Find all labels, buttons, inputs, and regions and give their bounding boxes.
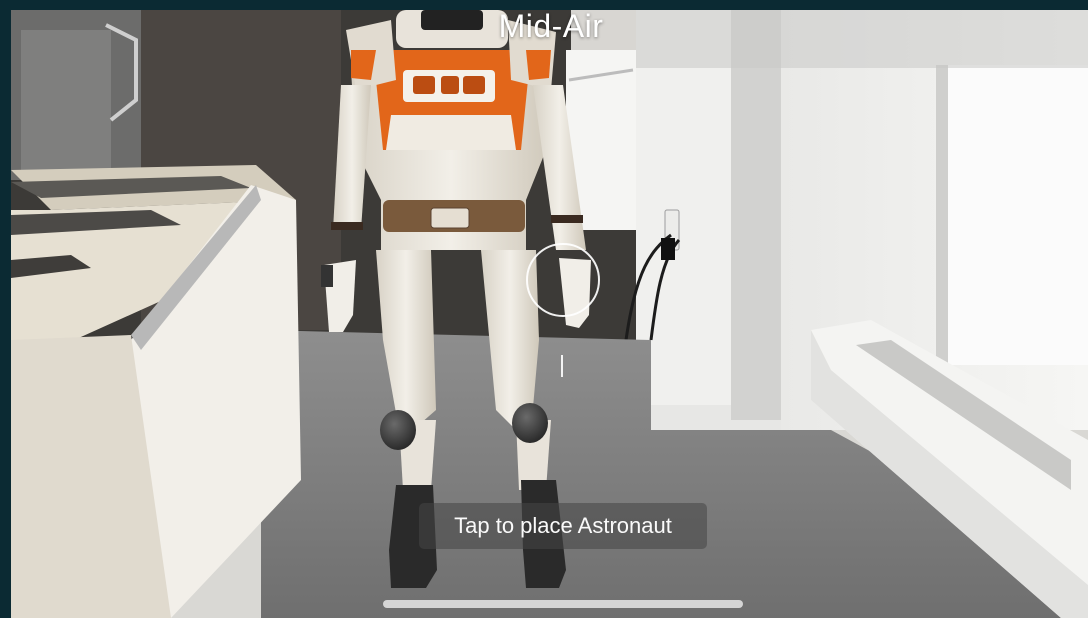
- app-frame: Mid-Air Tap to place Astronaut: [0, 0, 1088, 618]
- top-backdrop-band: [0, 0, 1088, 10]
- mode-title: Mid-Air: [498, 10, 604, 44]
- reticle-anchor-line: [561, 355, 563, 377]
- ar-camera-view[interactable]: Mid-Air Tap to place Astronaut: [11, 10, 1088, 618]
- place-hint-label[interactable]: Tap to place Astronaut: [419, 503, 707, 549]
- home-indicator[interactable]: [383, 600, 743, 608]
- placement-reticle-icon: [526, 243, 600, 317]
- left-backdrop-band: [0, 10, 11, 618]
